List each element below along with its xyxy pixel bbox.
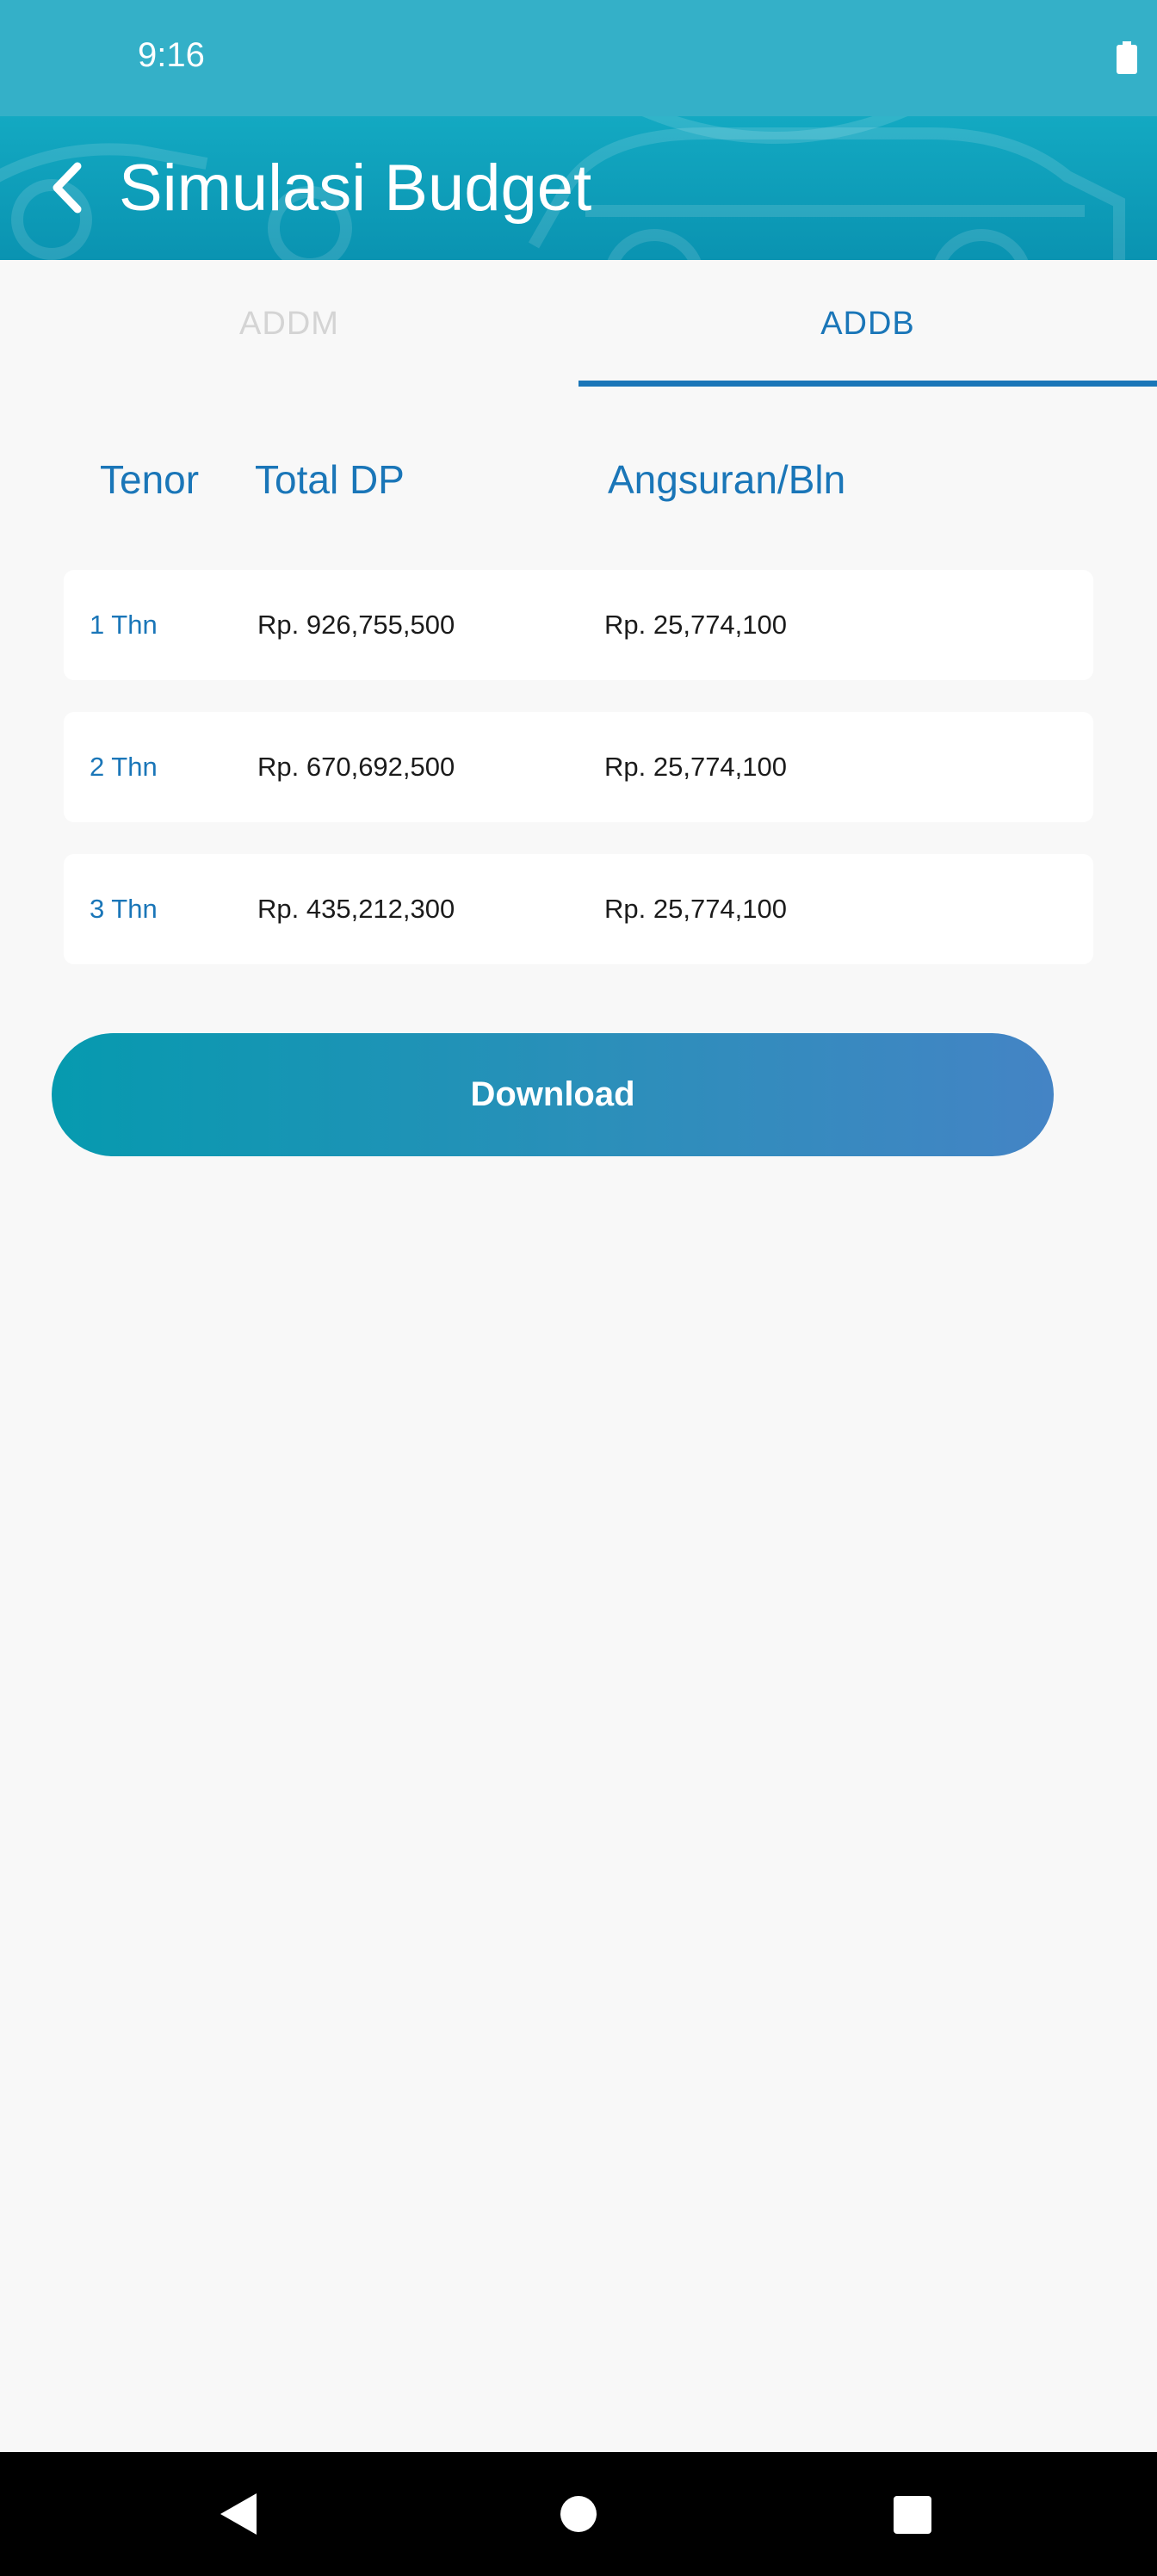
tab-selected-indicator (578, 381, 1157, 387)
download-button[interactable]: Download (52, 1033, 1054, 1156)
row-tenor: 2 Thn (90, 752, 158, 782)
row-angsuran: Rp. 25,774,100 (604, 610, 788, 640)
chevron-left-icon[interactable] (45, 159, 90, 216)
column-header-angsuran: Angsuran/Bln (608, 457, 846, 502)
row-total-dp: Rp. 670,692,500 (257, 752, 455, 782)
tab-addb[interactable]: ADDB (578, 260, 1157, 387)
row-angsuran: Rp. 25,774,100 (604, 752, 788, 782)
table-row: 3 Thn Rp. 435,212,300 Rp. 25,774,100 (64, 854, 1093, 964)
status-bar: 9:16 (0, 0, 1157, 116)
status-time: 9:16 (138, 36, 205, 74)
tab-addm[interactable]: ADDM (0, 260, 578, 387)
system-nav-bar (0, 2452, 1157, 2576)
row-angsuran: Rp. 25,774,100 (604, 894, 788, 924)
table-row: 2 Thn Rp. 670,692,500 Rp. 25,774,100 (64, 712, 1093, 822)
tab-bar: ADDM ADDB (0, 260, 1157, 387)
row-tenor: 1 Thn (90, 610, 158, 640)
column-header-total-dp: Total DP (255, 457, 405, 502)
app-bar: Simulasi Budget (0, 116, 1157, 260)
row-tenor: 3 Thn (90, 894, 158, 924)
circle-home-icon[interactable] (560, 2495, 597, 2533)
column-header-tenor: Tenor (100, 457, 200, 502)
row-total-dp: Rp. 926,755,500 (257, 610, 455, 640)
page-title: Simulasi Budget (119, 152, 592, 225)
row-total-dp: Rp. 435,212,300 (257, 894, 455, 924)
table-row: 1 Thn Rp. 926,755,500 Rp. 25,774,100 (64, 570, 1093, 680)
triangle-back-icon[interactable] (217, 2492, 260, 2536)
battery-full-icon (1117, 41, 1137, 74)
square-recents-icon[interactable] (893, 2495, 932, 2535)
